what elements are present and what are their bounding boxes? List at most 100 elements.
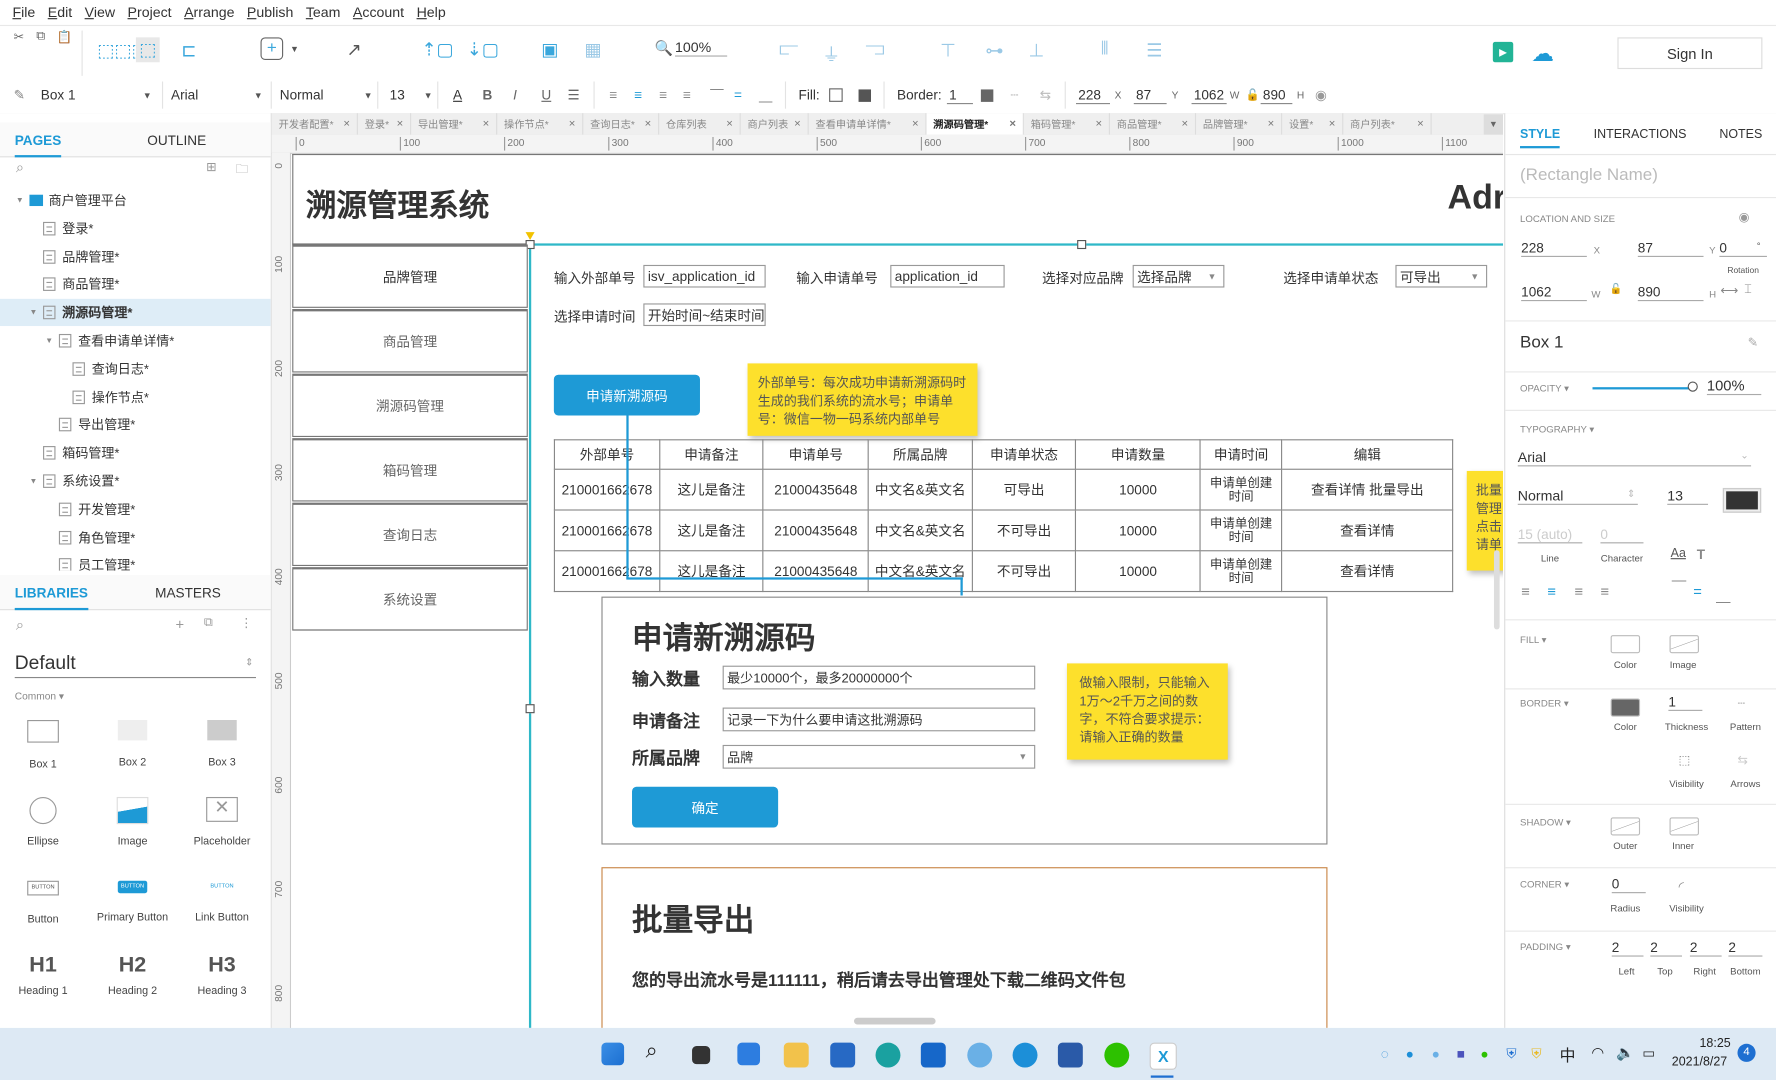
x-field[interactable]: 228 bbox=[1076, 87, 1111, 104]
opacity-label[interactable]: OPACITY ▾ bbox=[1520, 383, 1569, 395]
doc-tab[interactable]: 商户列表* × bbox=[1343, 113, 1432, 135]
bold-icon[interactable]: B bbox=[483, 77, 493, 113]
font-color-icon[interactable]: A bbox=[453, 77, 462, 113]
align-top-icon[interactable]: ⊤ bbox=[940, 40, 956, 63]
chevron-down-icon[interactable]: ▼ bbox=[254, 77, 263, 113]
close-tab-icon[interactable]: × bbox=[483, 118, 490, 130]
page-tree-item[interactable]: 开发管理* bbox=[58, 496, 135, 523]
align-right-icon[interactable]: ≡ bbox=[1574, 583, 1583, 600]
padding-right-field[interactable]: 2 bbox=[1689, 940, 1722, 957]
doc-tab[interactable]: 导出管理* × bbox=[411, 113, 498, 135]
menu-help[interactable]: Help bbox=[417, 5, 446, 21]
tab-masters[interactable]: MASTERS bbox=[155, 585, 221, 601]
tray-teams-icon[interactable]: ■ bbox=[1457, 1046, 1465, 1062]
page-tree-item[interactable]: 角色管理* bbox=[58, 524, 135, 551]
library-options-icon[interactable]: ⧉ bbox=[204, 616, 213, 631]
text-align-right-icon[interactable]: ≡ bbox=[659, 77, 667, 113]
task-view-icon[interactable] bbox=[692, 1046, 711, 1065]
tray-app-icon[interactable]: ● bbox=[1432, 1046, 1440, 1062]
widget-ellipse[interactable]: Ellipse bbox=[3, 796, 82, 848]
valign-top-icon[interactable]: ⎺ bbox=[710, 77, 724, 113]
chevron-down-icon[interactable]: ▼ bbox=[424, 77, 433, 113]
chevron-down-icon[interactable]: ▼ bbox=[364, 77, 373, 113]
start-icon[interactable] bbox=[601, 1042, 625, 1066]
store-icon[interactable] bbox=[830, 1042, 856, 1068]
rotation-handle[interactable] bbox=[525, 232, 535, 241]
distribute-horizontal-icon[interactable]: ⫴ bbox=[1101, 40, 1109, 60]
tabs-overflow-button[interactable]: ▼ bbox=[1483, 114, 1504, 135]
loc-y-field[interactable]: 87 bbox=[1637, 240, 1704, 257]
page-tree-item[interactable]: 查询日志* bbox=[72, 355, 149, 382]
menu-project[interactable]: Project bbox=[128, 5, 172, 21]
font-size-select[interactable]: 13 bbox=[390, 77, 405, 113]
doc-tab[interactable]: 操作节点* × bbox=[497, 113, 584, 135]
app-no-input[interactable]: application_id bbox=[890, 264, 1005, 288]
close-tab-icon[interactable]: × bbox=[645, 118, 652, 130]
fill-image-swatch[interactable] bbox=[858, 88, 872, 102]
widget-image[interactable]: Image bbox=[93, 796, 172, 848]
char-spacing-field[interactable]: 0 bbox=[1600, 526, 1644, 544]
table-action-cell[interactable]: 查看详情 bbox=[1281, 509, 1454, 552]
menu-account[interactable]: Account bbox=[353, 5, 404, 21]
align-left-icon[interactable]: ≡ bbox=[1521, 583, 1530, 600]
remark-input[interactable]: 记录一下为什么要申请这批溯源码 bbox=[722, 707, 1036, 732]
width-field[interactable]: 1062 bbox=[1521, 284, 1587, 302]
canvas-nav-item[interactable]: 箱码管理 bbox=[292, 438, 528, 502]
loc-x-field[interactable]: 228 bbox=[1521, 240, 1587, 257]
page-tree-item[interactable]: ▼ 商户管理平台 bbox=[16, 187, 127, 214]
height-field[interactable]: 890 bbox=[1637, 284, 1704, 302]
close-tab-icon[interactable]: × bbox=[1095, 118, 1102, 130]
text-justify-icon[interactable]: ≡ bbox=[683, 77, 691, 113]
paste-icon[interactable]: 📋 bbox=[57, 29, 73, 45]
ext-no-input[interactable]: isv_application_id bbox=[643, 264, 766, 288]
chevron-down-icon[interactable]: ▼ bbox=[143, 77, 152, 113]
visibility-icon[interactable]: ◉ bbox=[1739, 209, 1750, 225]
bring-front-icon[interactable]: ⇡▢ bbox=[421, 38, 453, 61]
wifi-icon[interactable]: ◠ bbox=[1591, 1044, 1604, 1062]
brand-filter-select[interactable]: 选择品牌 ▼ bbox=[1132, 264, 1225, 288]
widget-name-field[interactable]: Box 1 bbox=[41, 77, 76, 113]
outer-shadow-swatch[interactable] bbox=[1610, 817, 1641, 836]
page-tree-item[interactable]: 操作节点* bbox=[72, 383, 149, 410]
border-visibility-icon[interactable]: ⬚ bbox=[1679, 753, 1691, 768]
doc-tab[interactable]: 商品管理* × bbox=[1110, 113, 1197, 135]
send-back-icon[interactable]: ⇣▢ bbox=[467, 38, 499, 61]
close-tab-icon[interactable]: × bbox=[1009, 118, 1016, 130]
text-shadow-icon[interactable]: T bbox=[1697, 547, 1705, 563]
page-tree-item[interactable]: 员工管理* bbox=[58, 552, 135, 571]
widget-box2[interactable]: Box 2 bbox=[93, 720, 172, 769]
design-canvas[interactable]: 溯源管理系统 Adr 品牌管理 商品管理 溯源码管理 箱码管理 查询日志 系统设置 输入外… bbox=[291, 153, 1504, 1028]
doc-tab[interactable]: 箱码管理* × bbox=[1024, 113, 1110, 135]
canvas-nav-item[interactable]: 商品管理 bbox=[292, 309, 528, 373]
align-center-icon[interactable]: ≡ bbox=[1547, 583, 1556, 600]
tab-style[interactable]: STYLE bbox=[1520, 128, 1561, 149]
underline-icon[interactable]: U bbox=[541, 77, 551, 113]
close-tab-icon[interactable]: × bbox=[726, 118, 733, 130]
confirm-button[interactable]: 确定 bbox=[632, 786, 779, 828]
doc-tab[interactable]: 溯源码管理* × bbox=[926, 113, 1024, 135]
page-tree-item[interactable]: ▼ 查看申请单详情* bbox=[45, 327, 174, 354]
close-tab-icon[interactable]: × bbox=[1329, 118, 1336, 130]
widget-heading2[interactable]: H2 Heading 2 bbox=[93, 953, 172, 997]
time-range-input[interactable]: 开始时间~结束时间 bbox=[643, 303, 766, 327]
mail-icon[interactable] bbox=[920, 1042, 946, 1068]
widget-link-button[interactable]: BUTTON Link Button bbox=[182, 881, 261, 924]
insert-icon[interactable]: + bbox=[260, 37, 284, 61]
zoom-level[interactable]: 100% bbox=[675, 40, 728, 57]
widget-heading3[interactable]: H3 Heading 3 bbox=[182, 953, 261, 997]
arrows-icon[interactable]: ⇆ bbox=[1737, 753, 1747, 768]
tray-wechat-icon[interactable]: ● bbox=[1480, 1046, 1488, 1062]
tray-shield-icon[interactable]: ⛨ bbox=[1531, 1046, 1541, 1063]
page-tree-item[interactable]: ▼ 溯源码管理* bbox=[0, 299, 271, 327]
widget-category[interactable]: Common ▾ bbox=[15, 691, 64, 703]
font-color-swatch[interactable] bbox=[1722, 487, 1762, 513]
tray-security-icon[interactable]: ⛨ bbox=[1506, 1046, 1516, 1063]
ime-indicator[interactable]: 中 bbox=[1560, 1044, 1576, 1067]
widget-box3[interactable]: Box 3 bbox=[182, 720, 261, 769]
lock-aspect-icon[interactable]: 🔓 bbox=[1609, 283, 1622, 295]
group-icon[interactable]: ▣ bbox=[541, 38, 558, 61]
canvas-nav-item[interactable]: 品牌管理 bbox=[292, 244, 528, 308]
font-select[interactable]: Arial ⌄ bbox=[1517, 449, 1752, 467]
arrow-style-icon[interactable]: ⇆ bbox=[1040, 77, 1051, 113]
canvas-nav-item[interactable]: 查询日志 bbox=[292, 502, 528, 567]
